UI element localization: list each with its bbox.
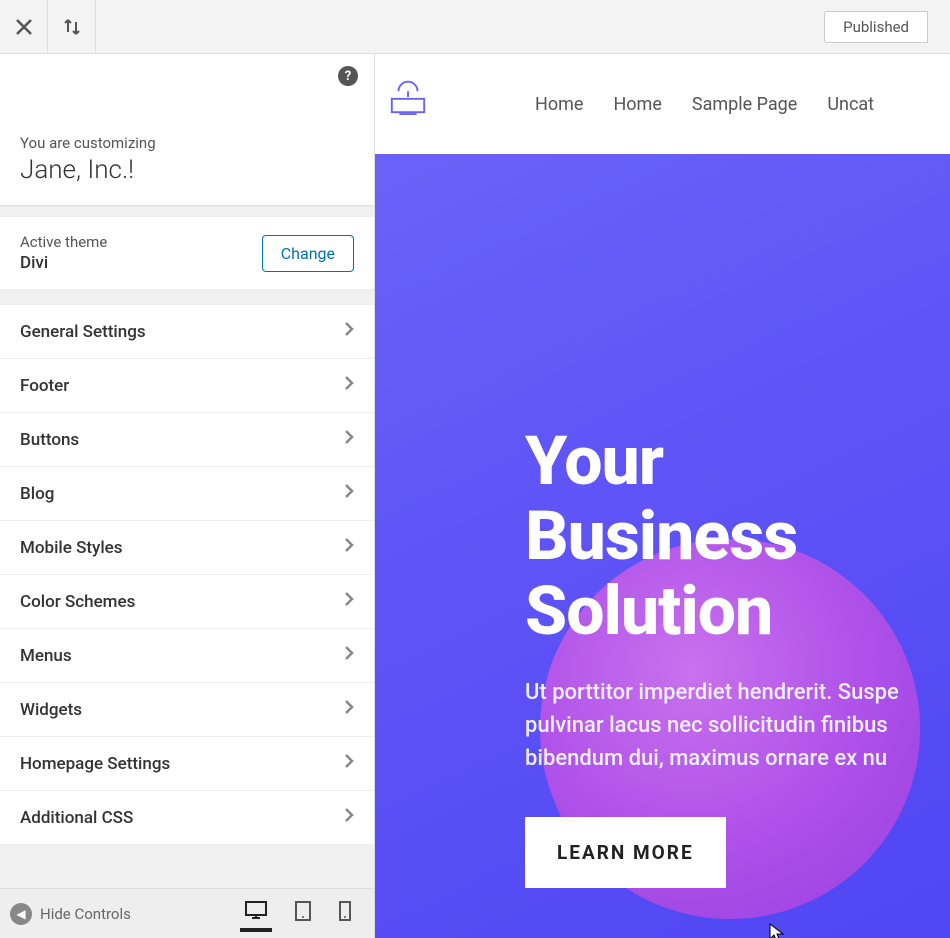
settings-menu: General Settings Footer Buttons Blog Mobile …	[0, 304, 374, 845]
publish-status-button[interactable]: Published	[824, 11, 928, 43]
menu-item-widgets[interactable]: Widgets	[0, 683, 374, 737]
nav-link[interactable]: Sample Page	[692, 94, 797, 115]
theme-name: Divi	[20, 253, 107, 273]
hero-section: Your BusinessSolution Ut porttitor imper…	[375, 154, 950, 938]
chevron-right-icon	[344, 375, 354, 396]
menu-item-label: General Settings	[20, 322, 146, 342]
device-mobile-button[interactable]	[334, 896, 356, 932]
close-button[interactable]	[0, 0, 48, 54]
chevron-right-icon	[344, 537, 354, 558]
menu-item-buttons[interactable]: Buttons	[0, 413, 374, 467]
menu-item-label: Color Schemes	[20, 592, 135, 612]
menu-item-label: Additional CSS	[20, 808, 133, 828]
device-desktop-button[interactable]	[240, 896, 272, 932]
menu-item-blog[interactable]: Blog	[0, 467, 374, 521]
menu-item-label: Footer	[20, 376, 69, 396]
menu-item-homepage-settings[interactable]: Homepage Settings	[0, 737, 374, 791]
menu-item-footer[interactable]: Footer	[0, 359, 374, 413]
collapse-icon: ◀	[10, 903, 32, 925]
menu-item-label: Widgets	[20, 700, 82, 720]
swap-button[interactable]	[48, 0, 96, 54]
menu-item-mobile-styles[interactable]: Mobile Styles	[0, 521, 374, 575]
learn-more-button[interactable]: LEARN MORE	[525, 817, 726, 888]
menu-item-additional-css[interactable]: Additional CSS	[0, 791, 374, 845]
hero-text: Ut porttitor imperdiet hendrerit. Suspe …	[525, 676, 950, 775]
mouse-cursor-icon	[769, 923, 785, 938]
hero-title: Your BusinessSolution	[525, 424, 950, 648]
pane-header: ? You are customizing Jane, Inc.!	[0, 54, 374, 206]
sidebar-footer: ◀ Hide Controls	[0, 888, 374, 938]
menu-item-label: Blog	[20, 484, 54, 504]
status-area: Published	[96, 11, 950, 43]
menu-item-color-schemes[interactable]: Color Schemes	[0, 575, 374, 629]
chevron-right-icon	[344, 753, 354, 774]
chevron-right-icon	[344, 483, 354, 504]
chevron-right-icon	[344, 591, 354, 612]
device-tablet-button[interactable]	[290, 896, 316, 932]
site-logo-icon	[385, 76, 431, 116]
chevron-right-icon	[344, 321, 354, 342]
nav-link[interactable]: Home	[613, 94, 661, 115]
chevron-right-icon	[344, 807, 354, 828]
nav-link[interactable]: Home	[535, 94, 583, 115]
menu-item-label: Homepage Settings	[20, 754, 170, 774]
site-header: Home Home Sample Page Uncat	[375, 54, 950, 154]
active-theme-row: Active theme Divi Change	[0, 216, 374, 290]
change-theme-button[interactable]: Change	[262, 235, 354, 272]
customizer-sidebar: ? You are customizing Jane, Inc.! Active…	[0, 54, 375, 938]
theme-label: Active theme	[20, 233, 107, 251]
site-preview: Home Home Sample Page Uncat Your Busines…	[375, 54, 950, 938]
help-icon[interactable]: ?	[338, 66, 358, 86]
menu-item-label: Mobile Styles	[20, 538, 123, 558]
header-subtitle: You are customizing	[20, 134, 354, 152]
customizer-top-bar: Published	[0, 0, 950, 54]
chevron-right-icon	[344, 429, 354, 450]
chevron-right-icon	[344, 645, 354, 666]
chevron-right-icon	[344, 699, 354, 720]
hide-controls-button[interactable]: ◀ Hide Controls	[10, 903, 240, 925]
nav-link[interactable]: Uncat	[827, 94, 874, 115]
menu-item-general-settings[interactable]: General Settings	[0, 305, 374, 359]
site-title: Jane, Inc.!	[20, 155, 354, 185]
hide-controls-label: Hide Controls	[40, 905, 131, 923]
menu-item-label: Buttons	[20, 430, 79, 450]
device-switcher	[240, 896, 356, 932]
menu-item-menus[interactable]: Menus	[0, 629, 374, 683]
menu-item-label: Menus	[20, 646, 72, 666]
